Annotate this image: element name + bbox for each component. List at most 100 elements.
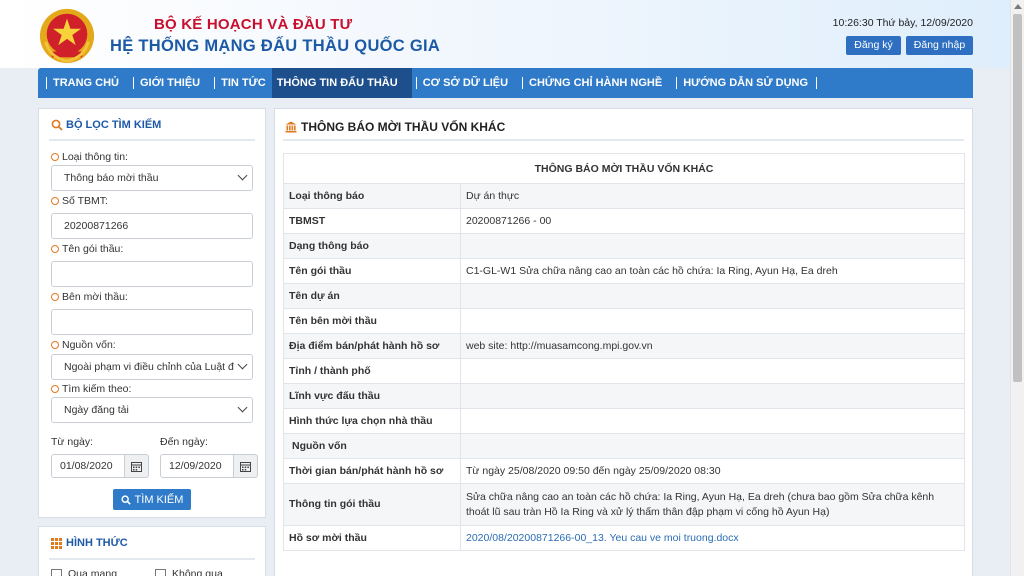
table-row: Tên gói thầu C1-GL-W1 Sửa chữa nâng cao a… [283, 258, 965, 284]
nav-item-certificates[interactable]: CHỨNG CHỈ HÀNH NGHỀ [514, 68, 668, 98]
search-by-select[interactable]: Ngày đăng tải [51, 397, 253, 423]
row-key: Lĩnh vực đấu thầu [283, 383, 461, 409]
online-checkbox[interactable]: Qua mạng [51, 568, 117, 576]
table-row: Hình thức lựa chọn nhà thầu [283, 408, 965, 434]
grid-icon [51, 537, 62, 549]
to-date-label: Đến ngày: [160, 436, 208, 448]
nav-item-bidding-info[interactable]: THÔNG TIN ĐẤU THẦU [271, 68, 412, 98]
input-value: 20200871266 [64, 220, 129, 232]
table-row: Loại thông báo Dự án thực [283, 183, 965, 209]
nav-item-guide[interactable]: HƯỚNG DẪN SỬ DỤNG [668, 68, 823, 98]
row-value [460, 358, 965, 384]
row-key: Nguồn vốn [283, 433, 461, 459]
inviter-label: Bên mời thầu: [51, 291, 128, 303]
divider [49, 139, 255, 141]
row-key: Tên dự án [283, 283, 461, 309]
fund-select[interactable]: Ngoài phạm vi điều chỉnh của Luật đ [51, 354, 253, 380]
row-value: web site: http://muasamcong.mpi.gov.vn [460, 333, 965, 359]
row-value: Từ ngày 25/08/2020 09:50 đến ngày 25/09/… [460, 458, 965, 484]
package-name-input[interactable] [51, 261, 253, 287]
radio-dot-icon [51, 293, 59, 301]
package-name-label: Tên gói thầu: [51, 243, 123, 255]
main-nav: TRANG CHỦ GIỚI THIỆU TIN TỨC THÔNG TIN Đ… [38, 68, 973, 98]
login-button[interactable]: Đăng nhập [906, 36, 973, 55]
checkbox-box[interactable] [155, 568, 166, 576]
search-icon [51, 119, 63, 131]
nav-item-about[interactable]: GIỚI THIỆU [125, 68, 206, 98]
divider [49, 558, 255, 560]
document-link[interactable]: 2020/08/20200871266-00_13. Yeu cau ve mo… [460, 525, 965, 551]
chevron-down-icon [237, 359, 248, 370]
search-button[interactable]: TÌM KIẾM [113, 489, 191, 510]
nav-item-news[interactable]: TIN TỨC [206, 68, 272, 98]
inviter-input[interactable] [51, 309, 253, 335]
info-type-label: Loại thông tin: [51, 151, 128, 163]
row-key: Tỉnh / thành phố [283, 358, 461, 384]
table-row: Thời gian bán/phát hành hồ sơ Từ ngày 25/… [283, 458, 965, 484]
checkbox-label: Qua mạng [68, 568, 118, 576]
chevron-down-icon [237, 170, 248, 181]
page-scrollbar[interactable] [1010, 0, 1024, 576]
row-value [460, 383, 965, 409]
nav-label: TRANG CHỦ [53, 77, 119, 89]
scroll-up-arrow-icon[interactable] [1014, 4, 1022, 9]
national-emblem-icon[interactable] [38, 7, 96, 65]
table-header: THÔNG BÁO MỜI THẦU VỐN KHÁC [283, 153, 965, 184]
bank-icon [285, 121, 297, 133]
from-calendar-button[interactable] [125, 454, 149, 478]
from-date-input[interactable]: 01/08/2020 [51, 454, 125, 478]
label-text: Nguồn vốn: [62, 339, 116, 351]
row-value [460, 308, 965, 334]
from-date-label: Từ ngày: [51, 436, 94, 448]
notice-title: THÔNG BÁO MỜI THẦU VỐN KHÁC [285, 120, 505, 134]
checkbox-label: Không qua [172, 568, 223, 576]
tbmt-input[interactable]: 20200871266 [51, 213, 253, 239]
to-calendar-button[interactable] [234, 454, 258, 478]
system-name[interactable]: HỆ THỐNG MẠNG ĐẤU THẦU QUỐC GIA [110, 37, 440, 56]
row-value [460, 233, 965, 259]
radio-dot-icon [51, 245, 59, 253]
info-type-select[interactable]: Thông báo mời thầu [51, 165, 253, 191]
label-text: Loại thông tin: [62, 151, 128, 163]
label-text: Tìm kiếm theo: [62, 383, 132, 395]
table-row: Thông tin gói thầu Sửa chữa nâng cao an t… [283, 483, 965, 526]
row-value: Sửa chữa nâng cao an toàn các hồ chứa: I… [460, 483, 965, 526]
table-row: Nguồn vốn [283, 433, 965, 459]
table-row: Tên bên mời thầu [283, 308, 965, 334]
radio-dot-icon [51, 385, 59, 393]
form-type-title: HÌNH THỨC [51, 537, 128, 549]
row-key: Hình thức lựa chọn nhà thầu [283, 408, 461, 434]
search-by-label: Tìm kiếm theo: [51, 383, 131, 395]
search-filter-panel: BỘ LỌC TÌM KIẾM Loại thông tin: Thông bá… [38, 108, 266, 518]
row-value: Dự án thực [460, 183, 965, 209]
form-type-panel: HÌNH THỨC Qua mạng Không qua [38, 526, 266, 576]
offline-checkbox[interactable]: Không qua [155, 568, 223, 576]
form-type-title-text: HÌNH THỨC [66, 537, 128, 549]
calendar-icon [240, 461, 251, 472]
row-key: Dạng thông báo [283, 233, 461, 259]
register-button[interactable]: Đăng ký [846, 36, 901, 55]
nav-label: THÔNG TIN ĐẤU THẦU [276, 77, 398, 89]
table-row: Lĩnh vực đấu thầu [283, 383, 965, 409]
tbmt-label: Số TBMT: [51, 195, 108, 207]
divider [283, 139, 964, 141]
row-key: Tên bên mời thầu [283, 308, 461, 334]
scroll-thumb[interactable] [1013, 14, 1022, 382]
chevron-down-icon [237, 402, 248, 413]
nav-item-database[interactable]: CƠ SỞ DỮ LIỆU [412, 68, 514, 98]
checkbox-box[interactable] [51, 568, 62, 576]
select-value: Ngày đăng tải [64, 404, 129, 416]
select-value: Ngoài phạm vi điều chỉnh của Luật đ [64, 361, 234, 373]
to-date-input[interactable]: 12/09/2020 [160, 454, 234, 478]
nav-item-home[interactable]: TRANG CHỦ [38, 68, 125, 98]
nav-label: GIỚI THIỆU [140, 77, 201, 89]
table-row: Tỉnh / thành phố [283, 358, 965, 384]
search-icon [120, 494, 131, 505]
calendar-icon [131, 461, 142, 472]
row-key: Địa điểm bán/phát hành hồ sơ [283, 333, 461, 359]
row-value: C1-GL-W1 Sửa chữa nâng cao an toàn các h… [460, 258, 965, 284]
radio-dot-icon [51, 341, 59, 349]
row-key: Hồ sơ mời thầu [283, 525, 461, 551]
row-value [460, 283, 965, 309]
radio-dot-icon [51, 197, 59, 205]
